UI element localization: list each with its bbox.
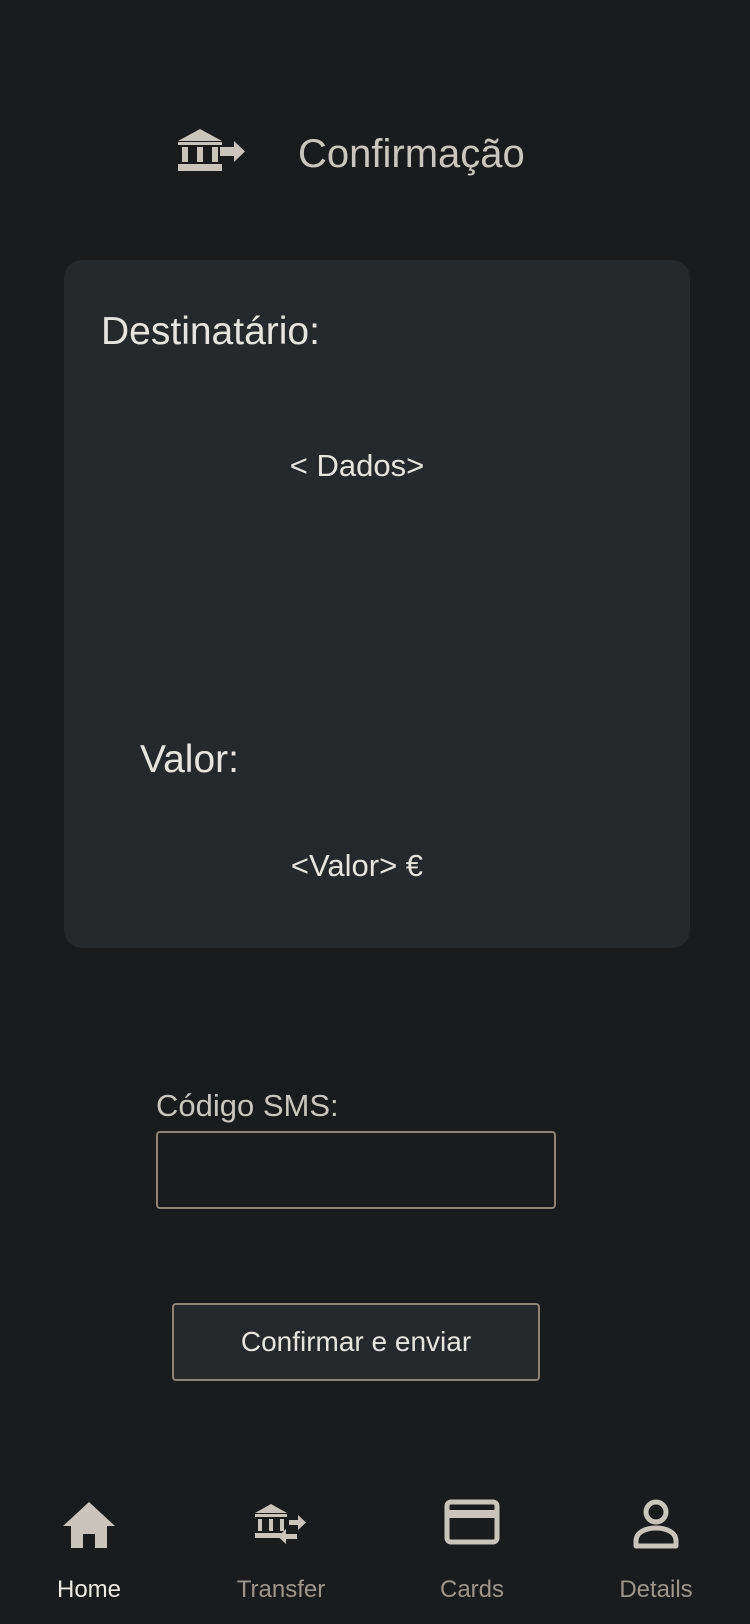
account-icon bbox=[626, 1496, 686, 1552]
nav-label-cards: Cards bbox=[439, 1576, 505, 1603]
sms-code-label: Código SMS: bbox=[156, 1088, 339, 1123]
nav-label-transfer: Transfer bbox=[236, 1576, 326, 1603]
nav-item-home[interactable]: Home bbox=[14, 1480, 164, 1624]
bank-transfer-icon bbox=[251, 1496, 311, 1552]
nav-label-home: Home bbox=[56, 1576, 122, 1603]
amount-label: Valor: bbox=[140, 738, 239, 781]
nav-item-details[interactable]: Details bbox=[581, 1480, 731, 1624]
confirmation-screen: Confirmação Destinatário: < Dados> Valor… bbox=[0, 0, 750, 1624]
transfer-summary-card: Destinatário: < Dados> Valor: <Valor> € bbox=[64, 260, 690, 948]
recipient-label: Destinatário: bbox=[101, 310, 320, 353]
header: Confirmação bbox=[0, 118, 750, 190]
sms-code-input[interactable] bbox=[156, 1131, 556, 1209]
bottom-navigation: Home Transfer Cards Details bbox=[0, 1480, 750, 1624]
home-icon bbox=[59, 1496, 119, 1552]
bank-transfer-out-icon bbox=[176, 126, 248, 178]
nav-label-details: Details bbox=[619, 1576, 693, 1603]
recipient-value: < Dados> bbox=[289, 448, 425, 483]
confirm-send-button[interactable]: Confirmar e enviar bbox=[172, 1303, 540, 1381]
credit-card-icon bbox=[442, 1496, 502, 1552]
page-title: Confirmação bbox=[298, 132, 525, 176]
nav-item-cards[interactable]: Cards bbox=[397, 1480, 547, 1624]
nav-item-transfer[interactable]: Transfer bbox=[206, 1480, 356, 1624]
amount-value: <Valor> € bbox=[290, 848, 424, 883]
